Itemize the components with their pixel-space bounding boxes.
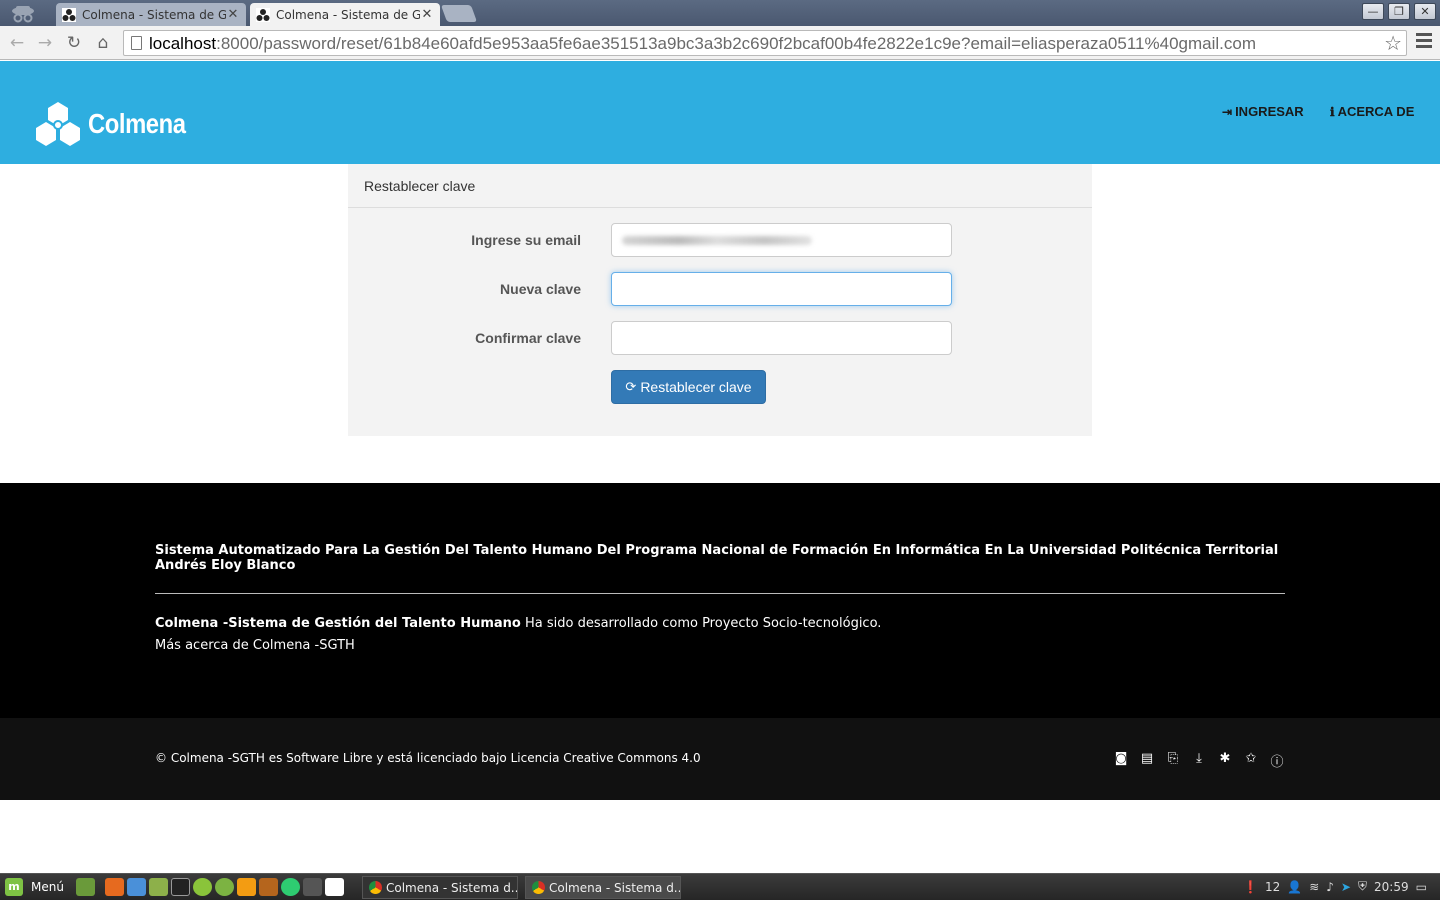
nav-about-link[interactable]: ℹ ACERCA DE xyxy=(1330,104,1414,119)
incognito-icon xyxy=(12,6,34,23)
license-text: © Colmena -SGTH es Software Libre y está… xyxy=(155,751,701,765)
footer-bottom-bar: © Colmena -SGTH es Software Libre y está… xyxy=(0,718,1440,800)
close-tab-icon[interactable]: ✕ xyxy=(420,7,434,22)
colmena-app-icon[interactable] xyxy=(325,878,344,896)
bookmark-star-icon[interactable]: ☆ xyxy=(1384,31,1402,55)
reset-password-button-label: Restablecer clave xyxy=(640,379,752,395)
restore-button[interactable]: ❐ xyxy=(1388,3,1410,20)
volume-icon[interactable]: ♪ xyxy=(1326,880,1334,894)
close-window-button[interactable]: ✕ xyxy=(1414,3,1436,20)
app-icon-1[interactable] xyxy=(193,878,212,896)
browser-toolbar: ← → ↻ ⌂ localhost:8000/password/reset/61… xyxy=(0,26,1440,60)
notification-count: 12 xyxy=(1264,879,1281,894)
info-icon: ℹ xyxy=(1330,104,1335,119)
start-menu-button[interactable]: m Menú xyxy=(5,878,64,896)
reload-icon[interactable]: ↻ xyxy=(63,32,85,54)
github-icon[interactable]: ◙ xyxy=(1108,751,1134,770)
footer-title: Sistema Automatizado Para La Gestión Del… xyxy=(155,543,1279,573)
brand-logo[interactable]: Colmena xyxy=(34,102,203,146)
reset-password-panel: Restablecer clave Ingrese su email Nueva… xyxy=(348,164,1092,436)
close-tab-icon[interactable]: ✕ xyxy=(226,7,240,22)
page-icon xyxy=(131,36,142,50)
shield-icon[interactable]: ⛨ xyxy=(1358,879,1367,894)
start-menu-label: Menú xyxy=(31,880,64,894)
tab-title: Colmena - Sistema de Ge xyxy=(276,7,420,22)
download-icon[interactable]: ⤓ xyxy=(1186,751,1212,770)
email-row: Ingrese su email xyxy=(348,223,1092,257)
clock[interactable]: 20:59 xyxy=(1374,880,1409,894)
new-password-field[interactable] xyxy=(611,272,952,306)
notifications-icon[interactable]: ▭ xyxy=(1416,880,1427,894)
sign-in-icon: ⇥ xyxy=(1222,104,1233,119)
forward-icon[interactable]: → xyxy=(34,32,56,54)
footer-project-name: Colmena -Sistema de Gestión del Talento … xyxy=(155,616,521,631)
honeycomb-logo-icon xyxy=(36,102,80,146)
email-label: Ingrese su email xyxy=(471,232,581,248)
confirm-password-row: Confirmar clave xyxy=(348,321,1092,355)
footer-icon-links: ◙ ▤ ⎘ ⤓ ✱ ✩ ⓘ xyxy=(1108,751,1290,770)
url-text[interactable]: localhost:8000/password/reset/61b84e60af… xyxy=(149,34,1256,54)
document-icon[interactable]: ▤ xyxy=(1134,751,1160,770)
creative-commons-icon: © xyxy=(155,751,167,765)
taskbar-window-1[interactable]: Colmena - Sistema d... xyxy=(362,876,518,899)
browser-menu-icon[interactable] xyxy=(1416,33,1432,51)
show-desktop-icon[interactable] xyxy=(76,878,95,896)
reset-password-button[interactable]: ⟳ Restablecer clave xyxy=(611,370,766,404)
app-header: Colmena ⇥ INGRESAR ℹ ACERCA DE xyxy=(0,61,1440,164)
tab-title: Colmena - Sistema de Ge xyxy=(82,7,226,22)
bug-icon[interactable]: ✱ xyxy=(1212,751,1238,770)
chrome-icon xyxy=(369,881,382,894)
footer-project-desc: Ha sido desarrollado como Proyecto Socio… xyxy=(520,616,882,631)
browser-tab-2[interactable]: Colmena - Sistema de Ge ✕ xyxy=(250,3,440,26)
wifi-icon[interactable]: ≋ xyxy=(1309,880,1319,894)
new-tab-button[interactable] xyxy=(440,5,478,22)
chrome-icon xyxy=(532,881,545,894)
nav-login-label: INGRESAR xyxy=(1235,104,1304,119)
blurred-email-value xyxy=(622,236,812,245)
user-icon[interactable]: 👤 xyxy=(1287,880,1302,894)
confirm-password-label: Confirmar clave xyxy=(475,330,581,346)
email-field[interactable] xyxy=(611,223,952,257)
footer: Sistema Automatizado Para La Gestión Del… xyxy=(0,483,1440,718)
settings-icon[interactable] xyxy=(237,878,256,896)
panel-title: Restablecer clave xyxy=(348,164,1092,208)
chrome-icon[interactable] xyxy=(127,878,146,896)
browser-tabstrip: Colmena - Sistema de Ge ✕ Colmena - Sist… xyxy=(0,0,1440,26)
terminal-icon[interactable] xyxy=(171,878,190,896)
android-icon[interactable] xyxy=(215,878,234,896)
files-icon[interactable] xyxy=(149,878,168,896)
nav-login-link[interactable]: ⇥ INGRESAR xyxy=(1222,104,1304,119)
sublime-icon[interactable] xyxy=(259,878,278,896)
home-icon[interactable]: ⌂ xyxy=(92,32,114,54)
mint-logo-icon: m xyxy=(5,878,23,896)
nav-about-label: ACERCA DE xyxy=(1337,104,1415,119)
new-password-label: Nueva clave xyxy=(500,281,581,297)
colmena-favicon xyxy=(256,7,270,22)
colmena-favicon xyxy=(62,7,76,22)
browser-tab-1[interactable]: Colmena - Sistema de Ge ✕ xyxy=(56,3,246,26)
pdf-icon[interactable]: ⎘ xyxy=(1160,751,1186,770)
taskbar-window-2[interactable]: Colmena - Sistema d... xyxy=(525,876,681,899)
new-password-row: Nueva clave xyxy=(348,272,1092,306)
monitor-icon[interactable] xyxy=(303,878,322,896)
telegram-icon[interactable]: ➤ xyxy=(1341,880,1351,894)
os-taskbar: m Menú Colmena - Sistema d... Colmena - … xyxy=(0,873,1440,900)
info-icon[interactable]: ⓘ xyxy=(1264,751,1290,770)
footer-project-line: Colmena -Sistema de Gestión del Talento … xyxy=(155,616,881,631)
refresh-icon: ⟳ xyxy=(625,379,637,394)
confirm-password-field[interactable] xyxy=(611,321,952,355)
address-bar[interactable]: localhost:8000/password/reset/61b84e60af… xyxy=(123,30,1407,56)
brand-name: Colmena xyxy=(88,108,186,139)
app-icon-2[interactable] xyxy=(281,878,300,896)
alert-icon[interactable]: ❗ xyxy=(1243,880,1258,894)
minimize-button[interactable]: — xyxy=(1362,3,1384,20)
footer-divider xyxy=(155,593,1285,594)
system-tray: ❗ 12 👤 ≋ ♪ ➤ ⛨ 20:59 ▭ xyxy=(1243,879,1434,894)
firefox-icon[interactable] xyxy=(105,878,124,896)
star-icon[interactable]: ✩ xyxy=(1238,751,1264,770)
back-icon[interactable]: ← xyxy=(6,32,28,54)
footer-more-link[interactable]: Más acerca de Colmena -SGTH xyxy=(155,638,355,653)
quick-launch xyxy=(76,878,347,896)
